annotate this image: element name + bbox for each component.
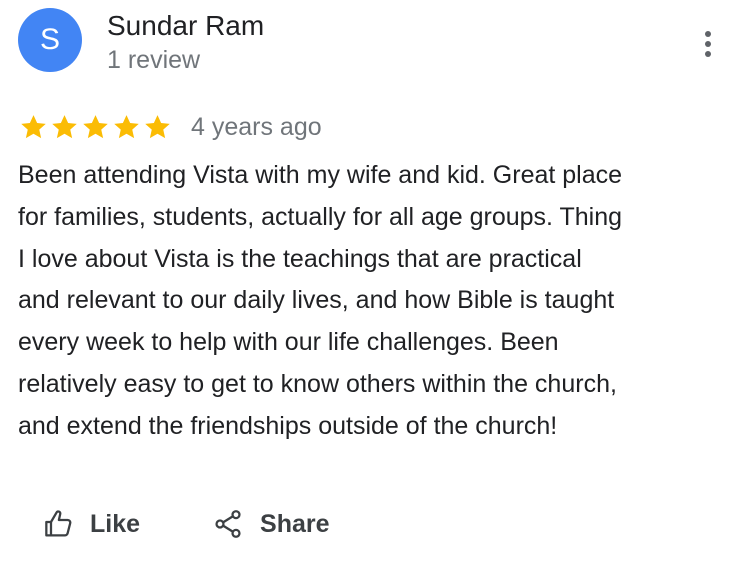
more-vert-icon	[705, 31, 711, 57]
review-date: 4 years ago	[191, 113, 322, 141]
star-icon	[21, 115, 46, 139]
avatar-initial: S	[39, 23, 60, 56]
review-card: S Sundar Ram 1 review 4 years ago Been a…	[0, 0, 740, 564]
avatar[interactable]: S	[18, 8, 82, 72]
star-icon	[52, 115, 77, 139]
share-label: Share	[260, 509, 330, 538]
star-icon	[83, 115, 108, 139]
more-options-button[interactable]	[690, 26, 726, 62]
star-icon	[145, 115, 170, 139]
like-button[interactable]: Like	[42, 508, 140, 540]
star-icon	[114, 115, 139, 139]
review-text: Been attending Vista with my wife and ki…	[18, 161, 623, 440]
review-actions: Like Share	[42, 500, 330, 548]
like-label: Like	[90, 509, 141, 538]
star-rating	[18, 112, 173, 142]
share-button[interactable]: Share	[212, 508, 330, 540]
reviewer-name[interactable]: Sundar Ram	[107, 9, 264, 43]
thumb-up-icon	[42, 508, 76, 540]
share-icon	[212, 508, 244, 540]
rating-row: 4 years ago	[18, 108, 322, 146]
reviewer-review-count[interactable]: 1 review	[107, 45, 200, 75]
